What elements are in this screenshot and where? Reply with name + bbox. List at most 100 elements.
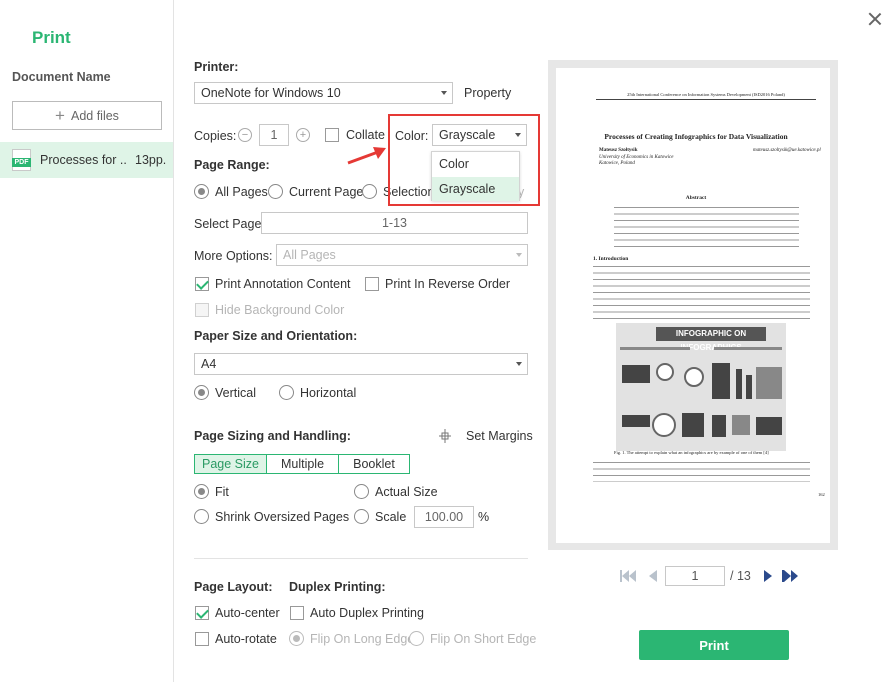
property-link[interactable]: Property xyxy=(464,86,511,100)
more-options-select[interactable]: All Pages xyxy=(276,244,528,266)
printer-select[interactable]: OneNote for Windows 10 xyxy=(194,82,453,104)
fit-label: Fit xyxy=(215,485,229,499)
prev-page-icon[interactable] xyxy=(649,570,657,582)
preview-paper-title: Processes of Creating Infographics for D… xyxy=(604,132,788,141)
short-edge-radio[interactable] xyxy=(409,631,424,646)
actual-size-label: Actual Size xyxy=(375,485,438,499)
auto-duplex-checkbox[interactable] xyxy=(290,606,304,620)
plus-circle-icon[interactable]: + xyxy=(296,128,310,142)
paper-heading: Paper Size and Orientation: xyxy=(194,329,358,343)
page-layout-heading: Page Layout: xyxy=(194,580,273,594)
vertical-label: Vertical xyxy=(215,386,256,400)
current-page-label: Current Page xyxy=(289,185,364,199)
last-page-icon[interactable] xyxy=(784,570,791,582)
hide-background-label: Hide Background Color xyxy=(215,303,345,317)
long-edge-label: Flip On Long Edge xyxy=(310,632,415,646)
document-sidebar: Print Document Name + Add files PDF Proc… xyxy=(0,0,174,682)
scale-input[interactable]: 100.00 xyxy=(414,506,474,528)
print-button[interactable]: Print xyxy=(639,630,789,660)
more-options-value: All Pages xyxy=(283,248,336,262)
preview-author-block: Mateusz Szołtysik University of Economic… xyxy=(599,148,674,166)
minus-icon[interactable]: − xyxy=(238,128,252,142)
tab-multiple[interactable]: Multiple xyxy=(267,455,339,473)
page-total: / 13 xyxy=(730,569,751,583)
more-options-label: More Options: xyxy=(194,249,273,263)
last-page-icon-2 xyxy=(791,570,798,582)
preview-abstract-heading: Abstract xyxy=(685,195,707,201)
highlight-box xyxy=(388,114,540,206)
all-pages-label: All Pages xyxy=(215,185,268,199)
vertical-radio[interactable] xyxy=(194,385,209,400)
preview-infographic: INFOGRAPHIC ON INFOGRAPHICS xyxy=(616,323,786,451)
paper-size-value: A4 xyxy=(201,357,217,371)
printer-value: OneNote for Windows 10 xyxy=(201,86,341,100)
document-item-name: Processes for .. xyxy=(40,153,127,167)
sizing-heading: Page Sizing and Handling: xyxy=(194,429,351,443)
red-arrow-icon xyxy=(347,147,386,165)
auto-rotate-label: Auto-rotate xyxy=(215,632,277,646)
preview-conference: 25th International Conference on Informa… xyxy=(596,92,816,100)
document-name-heading: Document Name xyxy=(12,70,111,84)
auto-duplex-label: Auto Duplex Printing xyxy=(310,606,424,620)
close-icon[interactable] xyxy=(868,12,882,26)
reverse-order-checkbox[interactable] xyxy=(365,277,379,291)
preview-abstract-text xyxy=(614,205,799,250)
select-page-label: Select Page: xyxy=(194,217,265,231)
collate-checkbox[interactable] xyxy=(325,128,339,142)
tab-booklet[interactable]: Booklet xyxy=(339,455,409,473)
short-edge-label: Flip On Short Edge xyxy=(430,632,537,646)
select-page-input[interactable]: 1-13 xyxy=(261,212,528,234)
scale-radio[interactable] xyxy=(354,509,369,524)
first-page-icon-2 xyxy=(629,570,636,582)
all-pages-radio[interactable] xyxy=(194,184,209,199)
pdf-file-icon: PDF xyxy=(12,149,31,171)
preview-intro-text xyxy=(593,264,810,319)
long-edge-radio[interactable] xyxy=(289,631,304,646)
current-page-radio[interactable] xyxy=(268,184,283,199)
plus-icon: + xyxy=(55,106,65,125)
printer-label: Printer: xyxy=(194,60,239,74)
sizing-tabs: Page Size Multiple Booklet xyxy=(194,454,410,474)
selection-radio[interactable] xyxy=(362,184,377,199)
first-page-icon[interactable] xyxy=(622,570,629,582)
copies-input[interactable]: 1 xyxy=(259,124,289,146)
auto-rotate-checkbox[interactable] xyxy=(195,632,209,646)
horizontal-label: Horizontal xyxy=(300,386,357,400)
percent-label: % xyxy=(478,510,490,524)
last-page-bar xyxy=(782,570,784,582)
print-preview: 25th International Conference on Informa… xyxy=(548,60,838,550)
add-files-button[interactable]: + Add files xyxy=(12,101,162,130)
chevron-down-icon xyxy=(516,253,522,257)
page-range-heading: Page Range: xyxy=(194,158,270,172)
first-page-bar xyxy=(620,570,622,582)
fit-radio[interactable] xyxy=(194,484,209,499)
shrink-label: Shrink Oversized Pages xyxy=(215,510,350,524)
tab-page-size[interactable]: Page Size xyxy=(195,455,267,473)
print-annotation-checkbox[interactable] xyxy=(195,277,209,291)
actual-size-radio[interactable] xyxy=(354,484,369,499)
auto-center-checkbox[interactable] xyxy=(195,606,209,620)
chevron-down-icon xyxy=(516,362,522,366)
collate-label: Collate xyxy=(346,128,385,142)
divider xyxy=(194,558,528,559)
margins-icon[interactable] xyxy=(437,429,453,443)
paper-size-select[interactable]: A4 xyxy=(194,353,528,375)
scale-label: Scale xyxy=(375,510,407,524)
preview-page-number: 162 xyxy=(818,492,825,497)
copies-label: Copies: xyxy=(194,129,237,143)
preview-page: 25th International Conference on Informa… xyxy=(556,68,830,543)
preview-intro-heading: 1. Introduction xyxy=(593,256,629,262)
print-annotation-label: Print Annotation Content xyxy=(215,277,351,291)
duplex-heading: Duplex Printing: xyxy=(289,580,386,594)
shrink-radio[interactable] xyxy=(194,509,209,524)
document-item[interactable]: PDF Processes for .. 13pp. xyxy=(0,142,173,178)
hide-background-checkbox[interactable] xyxy=(195,303,209,317)
horizontal-radio[interactable] xyxy=(279,385,294,400)
preview-body-text xyxy=(593,460,810,482)
next-page-icon[interactable] xyxy=(764,570,772,582)
page-number-input[interactable]: 1 xyxy=(665,566,725,586)
dialog-title: Print xyxy=(32,28,71,47)
preview-pager: 1 / 13 xyxy=(620,566,800,586)
auto-center-label: Auto-center xyxy=(215,606,280,620)
set-margins-link[interactable]: Set Margins xyxy=(466,429,533,443)
